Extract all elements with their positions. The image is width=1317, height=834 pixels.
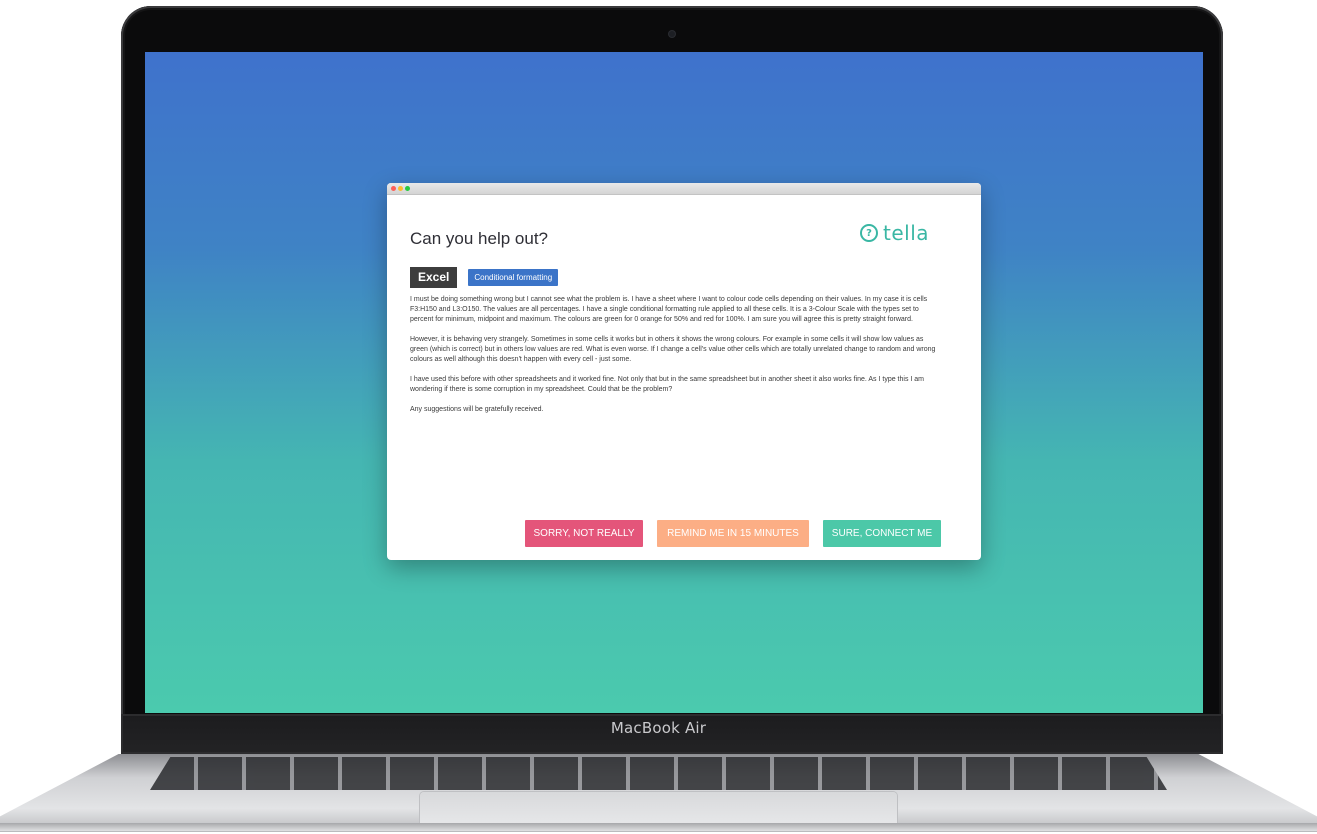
tag-list: Excel Conditional formatting xyxy=(410,267,559,288)
help-request-window: Can you help out? ? tella Excel Conditio… xyxy=(387,183,981,560)
remind-later-button[interactable]: REMIND ME IN 15 MINUTES xyxy=(657,520,809,547)
question-paragraph: I must be doing something wrong but I ca… xyxy=(410,296,928,323)
camera-icon xyxy=(669,31,675,37)
keyboard xyxy=(150,757,1167,790)
question-paragraph: Any suggestions will be gratefully recei… xyxy=(410,406,544,413)
question-body: I must be doing something wrong but I ca… xyxy=(410,295,938,425)
maximize-window-button[interactable] xyxy=(405,186,410,191)
device-brand-label: MacBook Air xyxy=(610,719,707,737)
app-tag: Excel xyxy=(410,267,458,288)
laptop-base-edge xyxy=(0,823,1317,831)
action-buttons: SORRY, NOT REALLY REMIND ME IN 15 MINUTE… xyxy=(525,520,941,547)
trackpad xyxy=(420,792,897,824)
decline-button[interactable]: SORRY, NOT REALLY xyxy=(525,520,643,547)
window-titlebar xyxy=(387,183,981,195)
logo-text: tella xyxy=(883,221,930,245)
page-title: Can you help out? xyxy=(410,229,548,248)
question-paragraph: However, it is behaving very strangely. … xyxy=(410,336,936,363)
connect-button[interactable]: SURE, CONNECT ME xyxy=(823,520,941,547)
question-paragraph: I have used this before with other sprea… xyxy=(410,376,925,393)
close-window-button[interactable] xyxy=(391,186,396,191)
topic-tag: Conditional formatting xyxy=(468,269,559,286)
question-mark-icon: ? xyxy=(860,224,878,242)
minimize-window-button[interactable] xyxy=(398,186,403,191)
tella-logo: ? tella xyxy=(860,221,929,245)
